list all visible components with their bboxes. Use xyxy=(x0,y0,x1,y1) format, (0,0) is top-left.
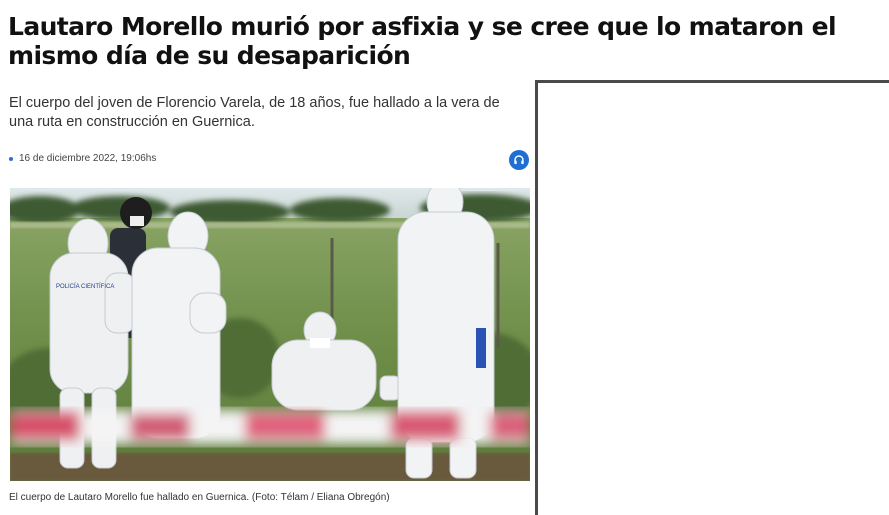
article-meta: 16 de diciembre 2022, 19:06hs xyxy=(9,150,529,170)
article-subheadline: El cuerpo del joven de Florencio Varela,… xyxy=(9,95,500,130)
side-panel xyxy=(535,80,889,515)
headphones-icon xyxy=(514,155,524,165)
article-photo: POLICÍA CIENTÍFICA xyxy=(10,188,530,481)
photo-caption: El cuerpo de Lautaro Morello fue hallado… xyxy=(9,492,390,503)
listen-audio-button[interactable] xyxy=(509,150,529,170)
publish-date: 16 de diciembre 2022, 19:06hs xyxy=(19,153,157,164)
bullet-dot-icon xyxy=(9,157,13,161)
forensic-scene-image: POLICÍA CIENTÍFICA xyxy=(10,188,530,481)
article-headline: Lautaro Morello murió por asfixia y se c… xyxy=(8,12,837,70)
vest-text: POLICÍA CIENTÍFICA xyxy=(56,283,114,290)
